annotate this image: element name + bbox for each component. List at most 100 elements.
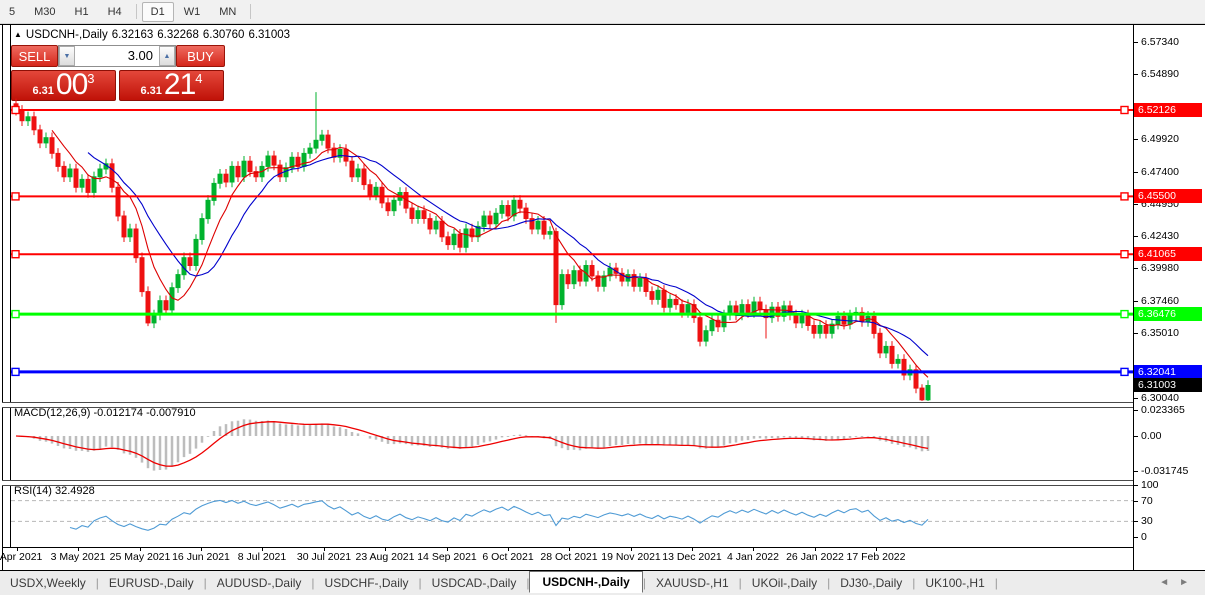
date-axis-label: 13 Dec 2021	[662, 551, 722, 563]
tab-xauusd-h1[interactable]: XAUUSD-,H1	[646, 573, 739, 593]
timeframe-button-w1[interactable]: W1	[175, 2, 210, 22]
timeframe-button-mn[interactable]: MN	[210, 2, 245, 22]
date-axis-label: 28 Oct 2021	[540, 551, 598, 563]
tab-usdcnh-daily[interactable]: USDCNH-,Daily	[529, 571, 643, 593]
rsi-axis-tick: 30	[1141, 515, 1153, 527]
macd-axis-tick: 0.00	[1141, 430, 1162, 442]
timeframe-toolbar: 5 M30 H1 H4 D1 W1 MN	[0, 0, 1205, 24]
timeframe-button-h1[interactable]: H1	[66, 2, 98, 22]
price-axis-tickmark	[1133, 301, 1138, 302]
date-axis-label: 23 Aug 2021	[355, 551, 415, 563]
toolbar-separator	[135, 4, 137, 19]
price-axis-tick: 6.54890	[1141, 68, 1179, 80]
tab-usdcad-daily[interactable]: USDCAD-,Daily	[422, 573, 527, 593]
macd-axis-tickmark	[1133, 471, 1138, 472]
price-axis-tick: 6.47400	[1141, 166, 1179, 178]
price-axis-tickmark	[1133, 204, 1138, 205]
macd-axis-tick: -0.031745	[1141, 465, 1189, 477]
date-axis-label: 3 May 2021	[50, 551, 106, 563]
date-axis-tickmark	[753, 547, 754, 551]
tab-audusd-daily[interactable]: AUDUSD-,Daily	[207, 573, 312, 593]
date-axis-tickmark	[815, 547, 816, 551]
date-axis-label: 8 Jul 2021	[237, 551, 287, 563]
date-axis-tickmark	[631, 547, 632, 551]
date-axis-label: 14 Sep 2021	[417, 551, 477, 563]
rsi-axis-tickmark	[1133, 521, 1138, 522]
price-axis-tickmark	[1133, 398, 1138, 399]
tab-uk100-h1[interactable]: UK100-,H1	[915, 573, 994, 593]
date-axis-tickmark	[569, 547, 570, 551]
tab-scroll-left-icon[interactable]: ◄	[1159, 577, 1179, 588]
date-axis-label: 6 Oct 2021	[482, 551, 534, 563]
date-axis-tickmark	[385, 547, 386, 551]
rsi-axis-tick: 70	[1141, 495, 1153, 507]
price-axis-tickmark	[1133, 74, 1138, 75]
current-price-tag: 6.31003	[1134, 378, 1202, 392]
rsi-axis-tick: 0	[1141, 531, 1147, 543]
date-axis-label: 4 Jan 2022	[727, 551, 779, 563]
level-price-tag: 6.32041	[1134, 365, 1202, 379]
date-axis-label: 26 Jan 2022	[786, 551, 844, 563]
date-axis-tickmark	[140, 547, 141, 551]
price-axis-tickmark	[1133, 236, 1138, 237]
tab-dj30-daily[interactable]: DJ30-,Daily	[830, 573, 912, 593]
date-axis-label: 17 Feb 2022	[846, 551, 906, 563]
date-axis-label: 16 Jun 2021	[172, 551, 230, 563]
window-left-border	[2, 25, 3, 570]
tab-separator: |	[994, 576, 998, 590]
chart-tab-bar: USDX,Weekly | EURUSD-,Daily | AUDUSD-,Daily |…	[0, 571, 1205, 595]
mt4-chart-window: 5 M30 H1 H4 D1 W1 MN ▲ USDCNH-,Daily 6.32163 6.32…	[0, 0, 1205, 595]
macd-axis-tick: 0.023365	[1141, 404, 1185, 416]
macd-axis-tickmark	[1133, 436, 1138, 437]
date-axis-label: 9 Apr 2021	[0, 551, 43, 563]
price-axis-tick: 6.30040	[1141, 392, 1179, 404]
price-axis-tick: 6.49920	[1141, 133, 1179, 145]
date-axis-label: 30 Jul 2021	[296, 551, 352, 563]
timeframe-button-h4[interactable]: H4	[99, 2, 131, 22]
price-axis-tickmark	[1133, 172, 1138, 173]
timeframe-button-d1[interactable]: D1	[141, 1, 174, 22]
rsi-axis-tickmark	[1133, 485, 1138, 486]
price-axis-tick: 6.35010	[1141, 327, 1179, 339]
level-price-tag: 6.36476	[1134, 307, 1202, 321]
level-price-tag: 6.41065	[1134, 247, 1202, 261]
date-axis-label: 25 May 2021	[109, 551, 171, 563]
tab-scroll-right-icon[interactable]: ►	[1179, 577, 1199, 588]
rsi-bottom-border	[2, 547, 1133, 548]
price-axis-tickmark	[1133, 139, 1138, 140]
price-chart[interactable]	[11, 25, 1133, 401]
date-axis-tickmark	[324, 547, 325, 551]
toolbar-separator	[250, 4, 252, 19]
tab-usdchf-daily[interactable]: USDCHF-,Daily	[315, 573, 419, 593]
price-axis-tick: 6.39980	[1141, 262, 1179, 274]
tab-usdx-weekly[interactable]: USDX,Weekly	[0, 573, 96, 593]
price-axis-tick: 6.37460	[1141, 295, 1179, 307]
timeframe-button-m30[interactable]: M30	[25, 2, 64, 22]
rsi-axis-tickmark	[1133, 537, 1138, 538]
macd-indicator-pane[interactable]	[11, 406, 1133, 479]
rsi-axis-tickmark	[1133, 501, 1138, 502]
date-axis-tickmark	[508, 547, 509, 551]
date-axis-tickmark	[201, 547, 202, 551]
rsi-indicator-pane[interactable]	[11, 484, 1133, 546]
date-axis-tickmark	[262, 547, 263, 551]
price-axis-tick: 6.57340	[1141, 36, 1179, 48]
level-price-tag: 6.45500	[1134, 189, 1202, 203]
date-axis-tickmark	[78, 547, 79, 551]
price-axis-tickmark	[1133, 333, 1138, 334]
tab-scroll-arrows[interactable]: ◄►	[1159, 577, 1199, 588]
price-axis-tickmark	[1133, 42, 1138, 43]
date-axis-tickmark	[692, 547, 693, 551]
macd-axis-tickmark	[1133, 410, 1138, 411]
tab-ukoil-daily[interactable]: UKOil-,Daily	[742, 573, 827, 593]
date-axis-tickmark	[447, 547, 448, 551]
level-price-tag: 6.52126	[1134, 103, 1202, 117]
tab-eurusd-daily[interactable]: EURUSD-,Daily	[99, 573, 204, 593]
price-axis-tick: 6.42430	[1141, 230, 1179, 242]
date-axis-tickmark	[17, 547, 18, 551]
rsi-axis-tick: 100	[1141, 479, 1159, 491]
date-axis-tickmark	[876, 547, 877, 551]
price-axis-tickmark	[1133, 268, 1138, 269]
timeframe-button-5[interactable]: 5	[0, 2, 24, 22]
date-axis-label: 19 Nov 2021	[601, 551, 661, 563]
